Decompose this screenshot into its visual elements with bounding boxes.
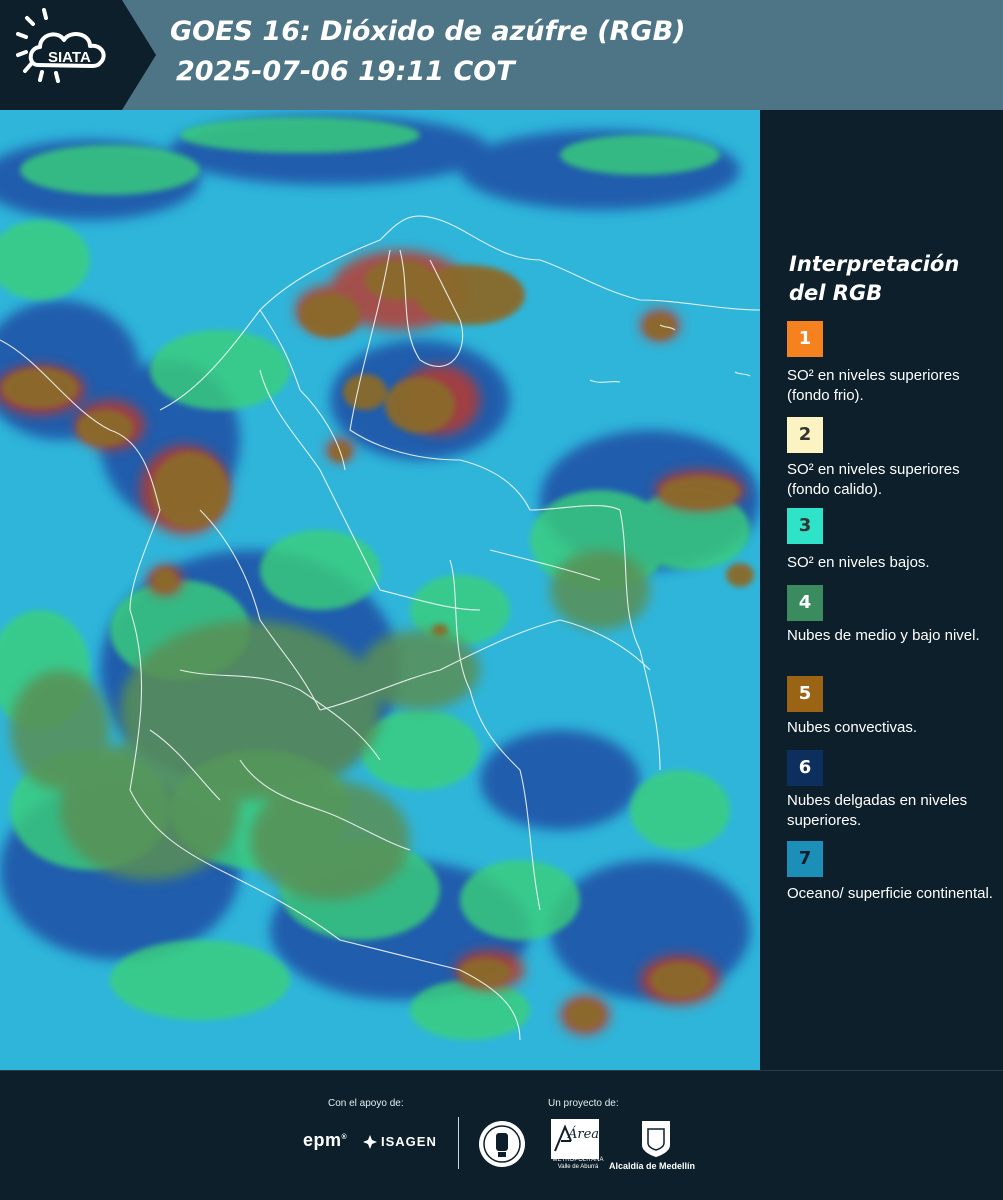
siata-logo-text: SIATA — [48, 49, 91, 66]
legend-title: Interpretación del RGB — [789, 252, 960, 305]
epm-logo: epm® — [303, 1130, 348, 1150]
legend-label-5: Nubes convectivas. — [787, 719, 918, 736]
siata-logo: SIATA — [0, 0, 160, 110]
legend-label-1: SO² en niveles superiores (fondo frio). — [787, 367, 960, 404]
footer-bar: Con el apoyo de: Un proyecto de: epm® IS… — [0, 1070, 1003, 1200]
satellite-map — [0, 110, 760, 1070]
header-bar: SIATA GOES 16: Dióxido de azúfre (RGB) 2… — [0, 0, 1003, 110]
legend-swatch-2: 2 — [787, 417, 823, 453]
area-logo-subtext: METROPOLITANA Valle de Aburrá — [552, 1157, 604, 1170]
legend-label-7: Oceano/ superficie continental. — [787, 885, 993, 902]
isagen-icon — [363, 1135, 377, 1149]
legend-number-1: 1 — [798, 328, 812, 349]
legend-label-3: SO² en niveles bajos. — [787, 554, 930, 571]
page-title: GOES 16: Dióxido de azúfre (RGB) — [170, 16, 686, 47]
alcaldia-logo: Alcaldía de Medellín — [609, 1161, 696, 1171]
epm-logo-text: epm — [303, 1130, 342, 1150]
legend-label-4: Nubes de medio y bajo nivel. — [787, 627, 980, 644]
legend-label-6: Nubes delgadas en niveles superiores. — [787, 792, 968, 829]
legend-number-6: 6 — [798, 757, 812, 778]
legend-swatch-7: 7 — [787, 841, 823, 877]
legend-number-7: 7 — [798, 848, 812, 869]
legend-number-4: 4 — [798, 592, 812, 613]
support-label: Con el apoyo de: — [328, 1098, 404, 1109]
area-logo-text: Área — [568, 1127, 600, 1142]
footer-divider — [458, 1117, 459, 1169]
legend-swatch-5: 5 — [787, 676, 823, 712]
legend-number-3: 3 — [798, 515, 812, 536]
university-seal-icon — [479, 1121, 525, 1167]
legend-number-5: 5 — [798, 683, 812, 704]
legend-swatch-4: 4 — [787, 585, 823, 621]
project-label: Un proyecto de: — [548, 1098, 619, 1109]
legend-number-2: 2 — [798, 424, 812, 445]
legend-swatch-1: 1 — [787, 321, 823, 357]
legend-swatch-3: 3 — [787, 508, 823, 544]
isagen-logo: ISAGEN — [381, 1134, 437, 1149]
alcaldia-shield-icon — [642, 1121, 670, 1157]
legend-panel: Interpretación del RGB 1 SO² en niveles … — [760, 110, 1003, 1070]
legend-swatch-6: 6 — [787, 750, 823, 786]
legend-label-2: SO² en niveles superiores (fondo calido)… — [787, 461, 960, 498]
timestamp: 2025-07-06 19:11 COT — [176, 56, 515, 87]
